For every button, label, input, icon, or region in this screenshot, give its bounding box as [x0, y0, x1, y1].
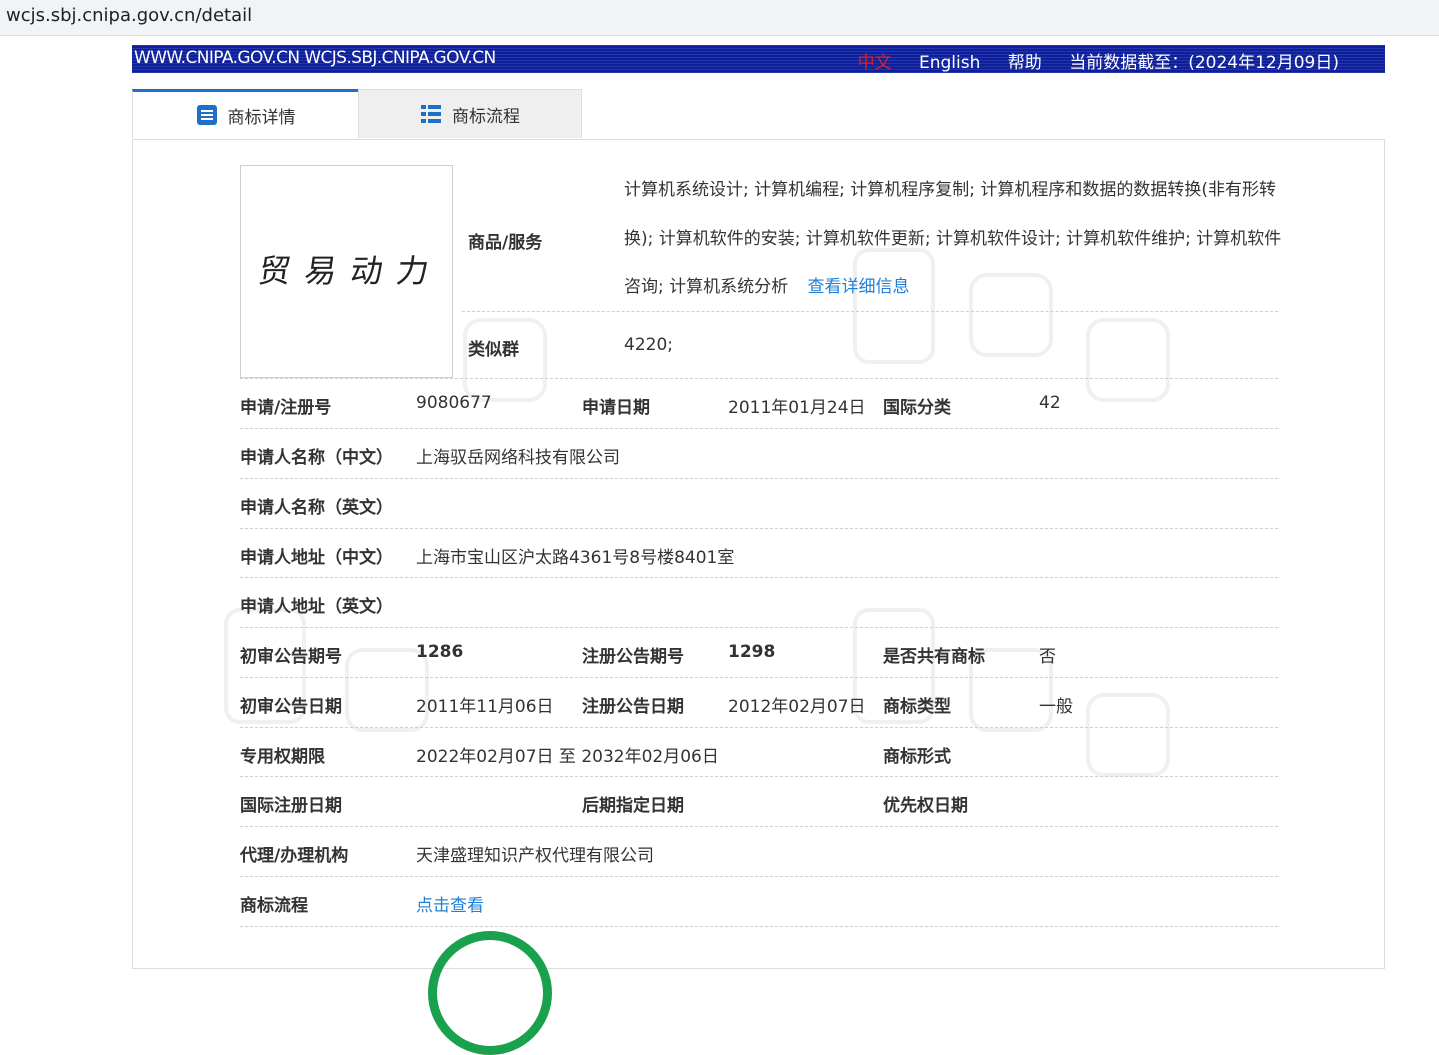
- url-text[interactable]: wcjs.sbj.cnipa.gov.cn/detail: [6, 5, 252, 26]
- trademark-image: 贸易动力: [240, 165, 453, 378]
- tab-trademark-process[interactable]: 商标流程: [358, 89, 582, 138]
- row-divider: [240, 528, 1278, 529]
- trademark-image-text: 贸易动力: [256, 252, 446, 290]
- prelim-date-label: 初审公告日期: [240, 697, 342, 717]
- reg-pub-date-label: 注册公告日期: [582, 697, 684, 717]
- row-divider: [240, 876, 1278, 877]
- goods-services-value: 计算机系统设计; 计算机编程; 计算机程序复制; 计算机程序和数据的数据转换(非…: [624, 166, 1284, 312]
- similar-group-value: 4220;: [624, 335, 673, 355]
- tab-trademark-detail[interactable]: 商标详情: [132, 89, 358, 138]
- address-cn-value: 上海市宝山区沪太路4361号8号楼8401室: [416, 548, 735, 568]
- shared-label: 是否共有商标: [883, 647, 985, 667]
- form-label: 商标形式: [883, 747, 951, 767]
- intl-class-label: 国际分类: [883, 398, 951, 418]
- type-label: 商标类型: [883, 697, 951, 717]
- applicant-cn-label: 申请人名称（中文）: [240, 448, 393, 468]
- row-divider: [240, 677, 1278, 678]
- document-list-icon: [196, 104, 218, 126]
- row-divider: [240, 776, 1278, 777]
- language-english-link[interactable]: English: [919, 53, 980, 73]
- site-header: WWW.CNIPA.GOV.CN WCJS.SBJ.CNIPA.GOV.CN 中…: [132, 45, 1385, 73]
- prelim-no-value: 1286: [416, 642, 464, 662]
- reg-pub-no-label: 注册公告期号: [582, 647, 684, 667]
- row-divider: [240, 428, 1278, 429]
- row-divider: [240, 826, 1278, 827]
- term-value: 2022年02月07日 至 2032年02月06日: [416, 747, 719, 767]
- goods-services-label: 商品/服务: [468, 233, 543, 253]
- prelim-no-label: 初审公告期号: [240, 647, 342, 667]
- row-divider: [240, 378, 1278, 379]
- reg-no-value: 9080677: [416, 393, 492, 413]
- reg-pub-date-value: 2012年02月07日: [728, 697, 866, 717]
- applicant-cn-value: 上海驭岳网络科技有限公司: [416, 448, 620, 468]
- view-process-link[interactable]: 点击查看: [416, 891, 484, 916]
- similar-group-label: 类似群: [468, 340, 519, 360]
- goods-services-text: 计算机系统设计; 计算机编程; 计算机程序复制; 计算机程序和数据的数据转换(非…: [624, 180, 1282, 297]
- view-details-link[interactable]: 查看详细信息: [808, 277, 910, 297]
- reg-no-label: 申请/注册号: [240, 398, 332, 418]
- process-label: 商标流程: [240, 896, 308, 916]
- row-divider: [462, 311, 1278, 312]
- priority-date-label: 优先权日期: [883, 796, 968, 816]
- list-icon: [420, 103, 442, 125]
- data-cutoff-date: 当前数据截至：(2024年12月09日): [1069, 53, 1339, 73]
- intl-reg-date-label: 国际注册日期: [240, 796, 342, 816]
- reg-pub-no-value: 1298: [728, 642, 776, 662]
- tab-label: 商标详情: [227, 107, 296, 128]
- term-label: 专用权期限: [240, 747, 325, 767]
- app-date-label: 申请日期: [582, 398, 650, 418]
- help-link[interactable]: 帮助: [1008, 53, 1042, 73]
- shared-value: 否: [1039, 647, 1056, 667]
- prelim-date-value: 2011年11月06日: [416, 697, 554, 717]
- app-date-value: 2011年01月24日: [728, 398, 866, 418]
- row-divider: [240, 478, 1278, 479]
- row-divider: [240, 727, 1278, 728]
- row-divider: [240, 577, 1278, 578]
- applicant-en-label: 申请人名称（英文）: [240, 498, 393, 518]
- row-divider: [240, 627, 1278, 628]
- address-en-label: 申请人地址（英文）: [240, 597, 393, 617]
- language-chinese-link[interactable]: 中文: [858, 53, 892, 73]
- agent-value: 天津盛理知识产权代理有限公司: [416, 846, 654, 866]
- agent-label: 代理/办理机构: [240, 846, 349, 866]
- later-designation-label: 后期指定日期: [582, 796, 684, 816]
- intl-class-value: 42: [1039, 393, 1061, 413]
- header-links: 中文 English 帮助 当前数据截至：(2024年12月09日): [858, 48, 1339, 73]
- address-cn-label: 申请人地址（中文）: [240, 548, 393, 568]
- browser-address-bar[interactable]: wcjs.sbj.cnipa.gov.cn/detail: [0, 0, 1439, 36]
- type-value: 一般: [1039, 697, 1073, 717]
- official-seal: [428, 931, 552, 1055]
- tab-label: 商标流程: [452, 106, 520, 127]
- site-domains: WWW.CNIPA.GOV.CN WCJS.SBJ.CNIPA.GOV.CN: [134, 48, 496, 68]
- row-divider: [240, 926, 1278, 927]
